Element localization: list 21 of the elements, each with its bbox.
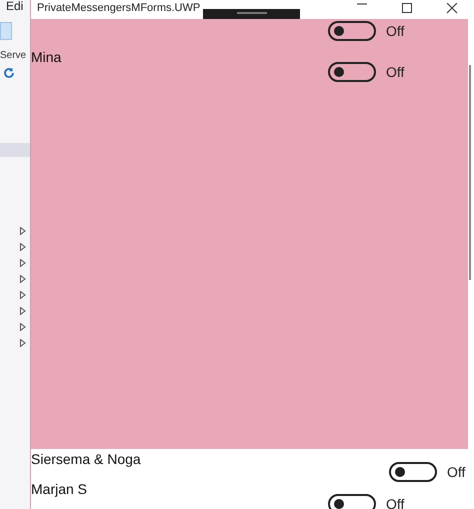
contact-name: Mina [31, 49, 62, 66]
contact-name: Siersema & Noga [31, 451, 141, 468]
menu-label[interactable]: Edi [6, 0, 30, 14]
drag-handle[interactable] [203, 9, 300, 19]
scrollbar[interactable] [469, 65, 471, 280]
toggle-switch[interactable] [328, 21, 376, 41]
toggle-label: Off [447, 464, 466, 480]
toggle-label: Off [386, 64, 404, 80]
close-icon[interactable] [446, 3, 458, 15]
toggle-switch[interactable] [328, 494, 376, 509]
toggle-switch[interactable] [389, 462, 437, 482]
toggle-label: Off [386, 23, 404, 39]
toggle-label: Off [386, 496, 404, 509]
selected-row[interactable]: Mina Off [31, 43, 468, 449]
window-title: PrivateMessengersMForms.UWP [37, 2, 202, 14]
contact-name: Marjan S [31, 481, 88, 498]
refresh-icon[interactable] [3, 67, 15, 79]
toggle-switch[interactable] [328, 62, 376, 82]
selected-row[interactable]: Off [31, 19, 468, 43]
maximize-icon[interactable] [401, 3, 413, 15]
panel-title: Serve [0, 50, 26, 61]
